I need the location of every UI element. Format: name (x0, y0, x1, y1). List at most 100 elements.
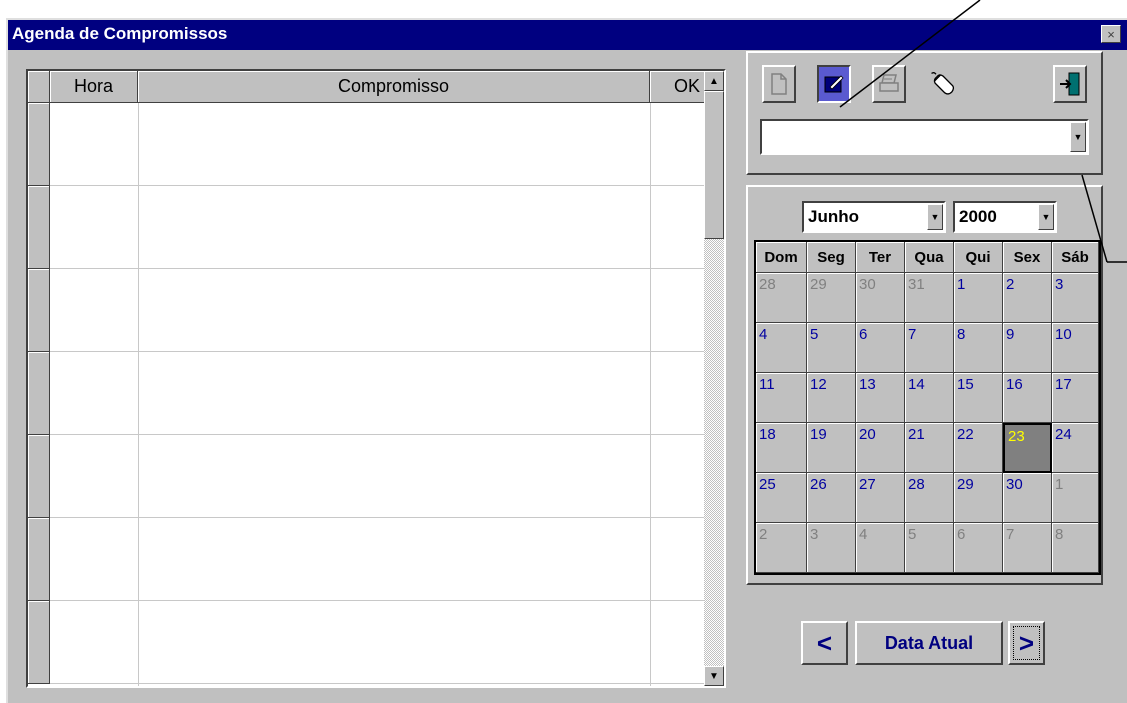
exit-button[interactable] (1053, 65, 1087, 103)
month-select-value: Junho (808, 207, 859, 226)
calendar-day[interactable]: 9 (1003, 323, 1052, 373)
calendar-day[interactable]: 13 (856, 373, 905, 423)
calendar-day[interactable]: 7 (1003, 523, 1052, 573)
appointments-grid[interactable]: Hora Compromisso OK ▲ ▼ (26, 69, 726, 688)
calendar-day[interactable]: 3 (1052, 273, 1099, 323)
calendar-day[interactable]: 14 (905, 373, 954, 423)
grid-row-divider (50, 517, 706, 518)
calendar-day[interactable]: 10 (1052, 323, 1099, 373)
calendar-day[interactable]: 24 (1052, 423, 1099, 473)
new-button[interactable] (762, 65, 796, 103)
calendar-day[interactable]: 28 (905, 473, 954, 523)
calendar-day[interactable]: 22 (954, 423, 1003, 473)
close-icon: × (1107, 26, 1115, 42)
calendar-day[interactable]: 2 (756, 523, 807, 573)
chevron-down-icon: ▼ (1073, 132, 1083, 142)
calendar-day[interactable]: 19 (807, 423, 856, 473)
combo-dropdown-button[interactable]: ▼ (1070, 122, 1086, 152)
calendar-day[interactable]: 5 (905, 523, 954, 573)
row-selector[interactable] (28, 518, 50, 601)
column-header-ok[interactable]: OK (650, 71, 705, 103)
row-selector[interactable] (28, 435, 50, 518)
next-month-button[interactable]: > (1008, 621, 1045, 665)
scroll-down-button[interactable]: ▼ (704, 666, 724, 686)
grid-row-divider (50, 683, 706, 684)
grid-vertical-scrollbar[interactable]: ▲ ▼ (704, 71, 724, 686)
calendar-day[interactable]: 27 (856, 473, 905, 523)
calendar-day-selected[interactable]: 23 (1003, 423, 1052, 473)
calendar-day[interactable]: 28 (756, 273, 807, 323)
new-document-icon (771, 73, 787, 95)
calendar-day[interactable]: 18 (756, 423, 807, 473)
grid-column-divider (650, 103, 651, 686)
mouse-icon (931, 72, 955, 95)
calendar-day[interactable]: 7 (905, 323, 954, 373)
mouse-button[interactable] (926, 65, 960, 103)
calendar-panel: Junho ▼ 2000 ▼ Dom Seg Ter Qua Qui Sex Sáb 28 29… (746, 185, 1103, 585)
calendar-day[interactable]: 30 (1003, 473, 1052, 523)
calendar-day[interactable]: 31 (905, 273, 954, 323)
calendar-day[interactable]: 3 (807, 523, 856, 573)
title-bar: Agenda de Compromissos × (8, 20, 1127, 50)
calendar-day[interactable]: 12 (807, 373, 856, 423)
year-dropdown-button[interactable]: ▼ (1038, 204, 1054, 230)
year-select-value: 2000 (959, 207, 997, 226)
calendar-day[interactable]: 1 (1052, 473, 1099, 523)
row-selector[interactable] (28, 352, 50, 435)
year-select[interactable]: 2000 ▼ (953, 201, 1057, 233)
scroll-up-button[interactable]: ▲ (704, 71, 724, 91)
grid-corner-header (28, 71, 50, 103)
calendar-day[interactable]: 1 (954, 273, 1003, 323)
current-date-button[interactable]: Data Atual (855, 621, 1003, 665)
previous-month-button[interactable]: < (801, 621, 848, 665)
weekday-header: Sáb (1052, 242, 1099, 273)
arrow-down-icon: ▼ (709, 670, 719, 682)
calendar-day[interactable]: 6 (954, 523, 1003, 573)
row-selector[interactable] (28, 269, 50, 352)
scrollbar-thumb[interactable] (704, 91, 724, 239)
exit-door-icon (1060, 72, 1080, 96)
calendar-day[interactable]: 6 (856, 323, 905, 373)
calendar-day[interactable]: 2 (1003, 273, 1052, 323)
chevron-down-icon: ▼ (1041, 212, 1051, 222)
calendar-day[interactable]: 30 (856, 273, 905, 323)
calendar-day[interactable]: 26 (807, 473, 856, 523)
calendar-day[interactable]: 21 (905, 423, 954, 473)
calendar-day[interactable]: 5 (807, 323, 856, 373)
weekday-header: Seg (807, 242, 856, 273)
row-selector[interactable] (28, 103, 50, 186)
calendar-day[interactable]: 8 (1052, 523, 1099, 573)
row-selector[interactable] (28, 601, 50, 684)
month-select[interactable]: Junho ▼ (802, 201, 946, 233)
grid-column-divider (138, 103, 139, 686)
row-selector[interactable] (28, 186, 50, 269)
weekday-header: Qui (954, 242, 1003, 273)
grid-row-divider (50, 351, 706, 352)
column-header-hora[interactable]: Hora (50, 71, 138, 103)
calendar-day[interactable]: 15 (954, 373, 1003, 423)
chevron-down-icon: ▼ (930, 212, 940, 222)
calendar-day[interactable]: 25 (756, 473, 807, 523)
calendar-day[interactable]: 17 (1052, 373, 1099, 423)
column-header-compromisso[interactable]: Compromisso (138, 71, 650, 103)
calendar-day[interactable]: 29 (954, 473, 1003, 523)
calendar-day[interactable]: 4 (856, 523, 905, 573)
month-dropdown-button[interactable]: ▼ (927, 204, 943, 230)
edit-button[interactable] (817, 65, 851, 103)
calendar-day[interactable]: 16 (1003, 373, 1052, 423)
calendar-day[interactable]: 11 (756, 373, 807, 423)
print-button[interactable] (872, 65, 906, 103)
calendar-day[interactable]: 20 (856, 423, 905, 473)
close-button[interactable]: × (1101, 25, 1121, 43)
weekday-header: Dom (756, 242, 807, 273)
calendar-day[interactable]: 29 (807, 273, 856, 323)
grid-row-divider (50, 600, 706, 601)
appointment-type-combo[interactable]: ▼ (760, 119, 1089, 155)
calendar-day[interactable]: 8 (954, 323, 1003, 373)
weekday-header: Qua (905, 242, 954, 273)
printer-icon (879, 74, 899, 92)
weekday-header: Sex (1003, 242, 1052, 273)
calendar-day[interactable]: 4 (756, 323, 807, 373)
weekday-header: Ter (856, 242, 905, 273)
grid-row-divider (50, 268, 706, 269)
